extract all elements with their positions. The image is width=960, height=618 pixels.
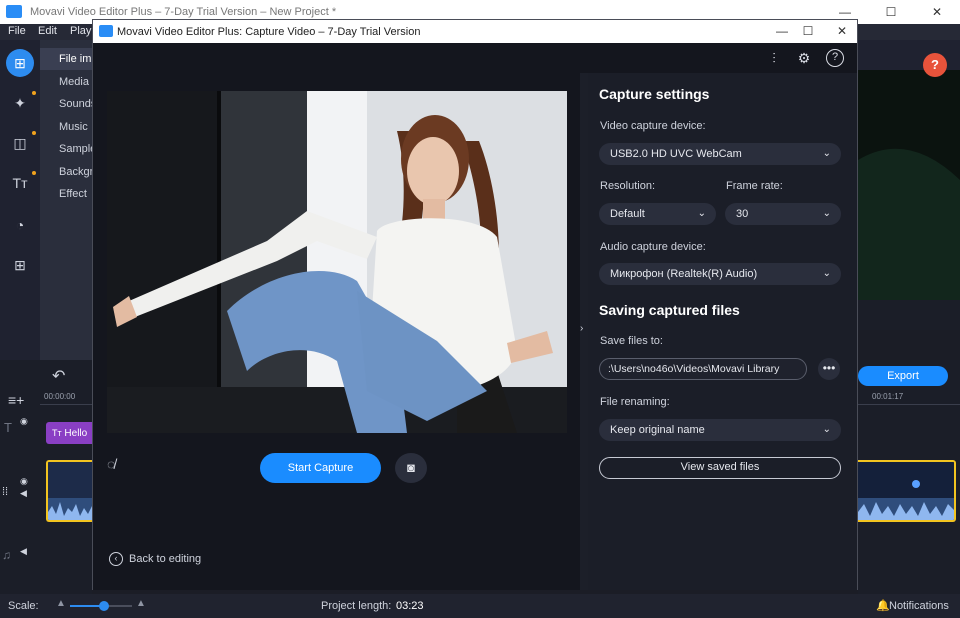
snapshot-button[interactable]: ◙ [395,453,427,483]
audio-device-value: Микрофон (Realtek(R) Audio) [610,268,758,280]
notifications-link[interactable]: Notifications [889,600,949,612]
eye-icon[interactable]: ◉ [20,416,28,427]
project-length-label: Project length: [321,600,392,612]
list-item-sounds[interactable]: Sounds [59,98,92,110]
mixer-icon[interactable]: ⫶ [765,49,783,67]
close-icon[interactable]: ✕ [914,0,960,24]
audio-device-label: Audio capture device: [600,241,706,253]
title-clip[interactable]: Tт Hello [46,422,92,444]
panel-splitter[interactable]: › [580,73,588,590]
save-to-label: Save files to: [600,335,663,347]
left-toolbar: ⊞ ✦ ◫ Tт ◔ ⊞ [0,40,40,360]
dialog-close-icon[interactable]: ✕ [819,19,865,43]
resolution-dropdown[interactable]: Default ⌄ [599,203,716,225]
video-clip-end[interactable] [858,460,956,522]
import-list: File imp Media Sounds Music Sample Backg… [40,40,92,360]
capture-settings-panel: Capture settings Video capture device: U… [588,73,857,590]
back-to-editing-link[interactable]: Back to editing [129,553,201,565]
resolution-value: Default [610,208,645,220]
menu-edit[interactable]: Edit [38,25,57,37]
list-item-music[interactable]: Music [59,121,92,133]
timeline-end-time: 00:01:17 [872,392,904,401]
maximize-icon[interactable]: ☐ [868,0,914,24]
stickers-icon[interactable]: ◔ [6,211,34,239]
help-badge[interactable]: ? [923,53,947,77]
zoom-out-icon[interactable]: ▲ [56,598,66,609]
list-item-effects[interactable]: Effect [59,188,92,200]
video-device-dropdown[interactable]: USB2.0 HD UVC WebCam ⌄ [599,143,841,165]
webcam-preview [107,91,567,433]
video-device-label: Video capture device: [600,120,706,132]
gear-icon[interactable]: ⚙ [795,49,813,67]
timeline-left: ↶ ≡+ 00:00:00 T ◉ Tт Hello ⁞⁞ ◉ ◀ ♫ ◀ [0,360,92,595]
menu-file[interactable]: File [8,25,26,37]
list-item-samples[interactable]: Sample [59,143,92,155]
chevron-down-icon: ⌄ [822,208,831,219]
resolution-label: Resolution: [600,180,656,192]
main-window-title: Movavi Video Editor Plus – 7-Day Trial V… [30,6,337,18]
status-bar: Scale: ▲ ▲ Project length: 03:23 🔔 Notif… [0,594,960,618]
app-logo-icon [6,5,22,18]
bell-icon[interactable]: 🔔 [876,599,890,612]
transitions-icon[interactable]: ◫ [6,129,36,157]
webcam-preview-image [107,91,567,433]
renaming-dropdown[interactable]: Keep original name ⌄ [599,419,841,441]
preview-frame [858,40,960,330]
zoom-in-icon[interactable]: ▲ [136,598,146,609]
saving-heading: Saving captured files [599,302,740,318]
magic-wand-icon[interactable]: ✦ [6,89,36,117]
timeline-right: Export 00:01:17 [858,360,960,595]
collapse-chevron-icon[interactable]: › [580,323,583,334]
dialog-title-bar: Movavi Video Editor Plus: Capture Video … [93,20,857,43]
back-arrow-icon[interactable]: ‹ [109,552,123,566]
export-button[interactable]: Export [858,366,948,386]
list-item-file-import[interactable]: File imp [59,53,92,65]
video-mute-icon[interactable]: ◀ [20,488,27,499]
more-tools-icon[interactable]: ⊞ [6,251,34,279]
save-path-field[interactable]: :\Users\no46o\Videos\Movavi Library [599,358,807,380]
scale-label: Scale: [8,600,39,612]
frame-rate-value: 30 [736,208,749,220]
audio-volume-icon[interactable]: ◀ [20,546,27,557]
undo-icon[interactable]: ↶ [52,366,65,386]
help-icon[interactable]: ? [826,49,844,67]
player-preview: ? ▾ 🔈 ◉ ⋮ [858,40,960,330]
dialog-app-icon [99,25,113,37]
browse-ellipsis-icon[interactable]: ••• [818,358,840,380]
import-icon[interactable]: ⊞ [6,49,34,77]
chevron-down-icon: ⌄ [822,148,831,159]
frame-rate-dropdown[interactable]: 30 ⌄ [725,203,841,225]
music-track-icon: ♫ [2,548,11,562]
capture-dialog: Movavi Video Editor Plus: Capture Video … [92,19,858,590]
list-item-media[interactable]: Media [59,76,92,88]
timeline-start-time: 00:00:00 [44,392,76,401]
video-device-value: USB2.0 HD UVC WebCam [610,148,742,160]
chevron-down-icon: ⌄ [822,268,831,279]
camera-panel: ◌̸ Start Capture ◙ ‹ Back to editing [93,73,580,590]
project-length-value: 03:23 [396,600,424,612]
capture-settings-heading: Capture settings [599,86,710,102]
view-saved-files-button[interactable]: View saved files [599,457,841,479]
title-track-icon: T [4,420,12,435]
audio-device-dropdown[interactable]: Микрофон (Realtek(R) Audio) ⌄ [599,263,841,285]
list-item-backgrounds[interactable]: Backgr [59,166,92,178]
add-track-icon[interactable]: ≡+ [8,392,24,408]
titles-icon[interactable]: Tт [6,169,36,197]
dialog-title: Movavi Video Editor Plus: Capture Video … [117,26,421,38]
hide-preview-icon[interactable]: ◌̸ [107,456,115,472]
video-clip[interactable] [46,460,92,522]
frame-rate-label: Frame rate: [726,180,783,192]
chevron-down-icon: ⌄ [822,424,831,435]
renaming-value: Keep original name [610,424,705,436]
scale-slider-handle[interactable] [99,601,109,611]
chevron-down-icon: ⌄ [697,208,706,219]
video-track-icon: ⁞⁞ [2,486,9,498]
video-eye-icon[interactable]: ◉ [20,476,28,487]
start-capture-button[interactable]: Start Capture [260,453,381,483]
dialog-toolbar: ⫶ ⚙ ? [93,43,857,73]
renaming-label: File renaming: [600,396,670,408]
